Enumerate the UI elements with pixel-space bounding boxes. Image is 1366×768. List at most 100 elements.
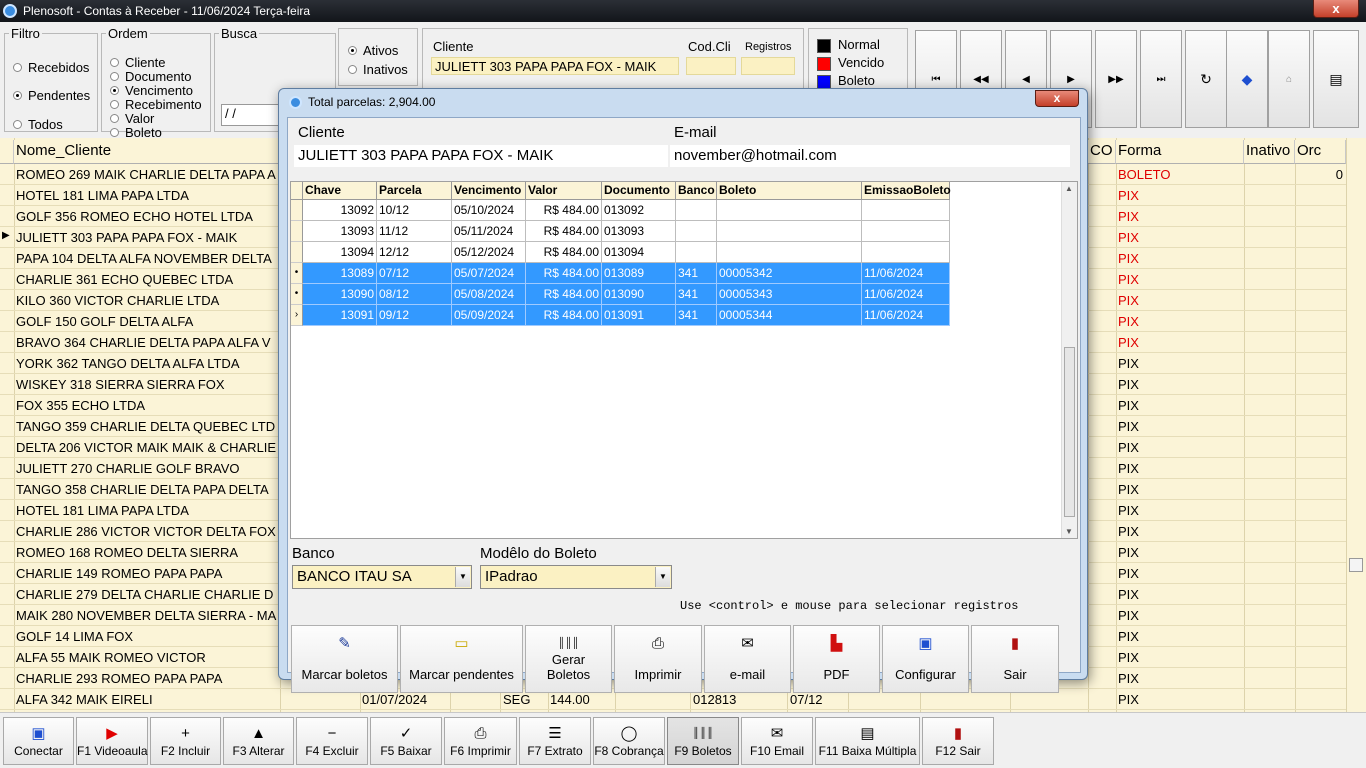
prev-icon: ◀ xyxy=(1022,73,1030,85)
goto-button[interactable]: ⌂ xyxy=(1268,30,1310,128)
header-co[interactable]: CO xyxy=(1088,140,1116,164)
filtro-todos-radio[interactable]: Todos xyxy=(13,117,63,132)
cell-nome: CHARLIE 286 VICTOR VICTOR DELTA FOX xyxy=(16,524,276,539)
stack-icon: ▤ xyxy=(860,725,875,742)
button-label: Marcar boletos xyxy=(301,667,388,682)
header-valor[interactable]: Valor xyxy=(526,182,602,200)
ordem-cliente-radio[interactable]: Cliente xyxy=(110,55,165,70)
f8-cobran-a-button[interactable]: ◯ F8 Cobrança xyxy=(593,717,665,765)
gerar-boletos-button[interactable]: ║║║ Gerar Boletos xyxy=(525,625,612,693)
header-documento[interactable]: Documento xyxy=(602,182,676,200)
header-parcela[interactable]: Parcela xyxy=(377,182,452,200)
main-grid-scroll-thumb[interactable] xyxy=(1349,558,1363,572)
scroll-up-icon[interactable]: ▲ xyxy=(1065,184,1073,193)
row-indicator[interactable] xyxy=(291,200,303,221)
pdf-button[interactable]: ▙ PDF xyxy=(793,625,880,693)
cell-forma: PIX xyxy=(1118,650,1139,665)
scroll-down-icon[interactable]: ▼ xyxy=(1065,527,1073,536)
parcela-row[interactable]: 13093 11/12 05/11/2024 R$ 484.00 013093 xyxy=(303,221,950,242)
refresh-icon: ↻ xyxy=(1200,70,1212,87)
f11-baixa-m-ltipla-button[interactable]: ▤ F11 Baixa Múltipla xyxy=(815,717,920,765)
cell-forma: PIX xyxy=(1118,272,1139,287)
cell-emissao: 11/06/2024 xyxy=(862,305,950,326)
f12-sair-button[interactable]: ▮ F12 Sair xyxy=(922,717,994,765)
sair-button[interactable]: ▮ Sair xyxy=(971,625,1059,693)
e-mail-button[interactable]: ✉ e-mail xyxy=(704,625,791,693)
parcela-row[interactable]: 13089 07/12 05/07/2024 R$ 484.00 013089 341 00… xyxy=(303,263,950,284)
filtro-recebidos-radio[interactable]: Recebidos xyxy=(13,60,89,75)
header-orc[interactable]: Orc xyxy=(1295,140,1346,164)
modelo-select[interactable]: IPadrao ▼ xyxy=(480,565,672,589)
f6-imprimir-button[interactable]: ⎙ F6 Imprimir xyxy=(444,717,517,765)
dialog-app-icon xyxy=(289,95,302,109)
last-record-button[interactable]: ⏭ xyxy=(1140,30,1182,128)
header-emissao-boleto[interactable]: EmissaoBoleto xyxy=(862,182,951,200)
header-forma[interactable]: Forma xyxy=(1116,140,1244,164)
dialog-close-button[interactable]: x xyxy=(1035,90,1079,107)
chevron-down-icon[interactable]: ▼ xyxy=(455,567,470,587)
parcela-row[interactable]: 13092 10/12 05/10/2024 R$ 484.00 013092 xyxy=(303,200,950,221)
edit-button[interactable]: ◆ xyxy=(1226,30,1268,128)
banco-select[interactable]: BANCO ITAU SA ▼ xyxy=(292,565,472,589)
f7-extrato-button[interactable]: ☰ F7 Extrato xyxy=(519,717,591,765)
row-indicator[interactable]: › xyxy=(291,305,303,326)
f2-incluir-button[interactable]: + F2 Incluir xyxy=(150,717,221,765)
grid-view-button[interactable]: ▤ xyxy=(1313,30,1359,128)
marcar-pendentes-button[interactable]: ▭ Marcar pendentes xyxy=(400,625,523,693)
header-boleto[interactable]: Boleto xyxy=(717,182,862,200)
parcelas-scroll-thumb[interactable] xyxy=(1064,347,1075,517)
f3-alterar-button[interactable]: ▲ F3 Alterar xyxy=(223,717,294,765)
configurar-button[interactable]: ▣ Configurar xyxy=(882,625,969,693)
cliente-field[interactable]: JULIETT 303 PAPA PAPA FOX - MAIK xyxy=(431,57,679,75)
next-page-button[interactable]: ▶▶ xyxy=(1095,30,1137,128)
cell-boleto: 00005342 xyxy=(717,263,862,284)
chevron-down-icon[interactable]: ▼ xyxy=(655,567,670,587)
busca-input[interactable]: / / xyxy=(221,104,281,126)
button-label: e-mail xyxy=(729,667,766,682)
f1-videoaula-button[interactable]: ▶ F1 Videoaula xyxy=(76,717,148,765)
codcli-field[interactable] xyxy=(686,57,736,75)
button-label: F3 Alterar xyxy=(232,744,285,758)
f5-baixar-button[interactable]: ✓ F5 Baixar xyxy=(370,717,442,765)
header-inativo[interactable]: Inativo xyxy=(1244,140,1295,164)
ordem-valor-radio[interactable]: Valor xyxy=(110,111,154,126)
cell-nome: TANGO 358 CHARLIE DELTA PAPA DELTA xyxy=(16,482,269,497)
parcelas-scrollbar[interactable]: ▲ ▼ xyxy=(1061,182,1077,538)
row-indicator[interactable]: • xyxy=(291,284,303,305)
check-icon: ✓ xyxy=(399,725,413,742)
cell-valor: R$ 484.00 xyxy=(526,284,602,305)
ordem-vencimento-radio[interactable]: Vencimento xyxy=(110,83,193,98)
envelope-icon: ✉ xyxy=(770,725,784,742)
marcar-boletos-button[interactable]: ✎ Marcar boletos xyxy=(291,625,398,693)
cell-nome: ROMEO 269 MAIK CHARLIE DELTA PAPA A xyxy=(16,167,276,182)
f4-excluir-button[interactable]: − F4 Excluir xyxy=(296,717,368,765)
header-nome-cliente[interactable]: Nome_Cliente xyxy=(14,140,280,164)
cell-emissao: 11/06/2024 xyxy=(862,263,950,284)
ordem-recebimento-radio[interactable]: Recebimento xyxy=(110,97,202,112)
conectar-button[interactable]: ▣ Conectar xyxy=(3,717,74,765)
button-label: F12 Sair xyxy=(935,744,981,758)
cell-nome: ALFA 55 MAIK ROMEO VICTOR xyxy=(16,650,206,665)
imprimir-button[interactable]: ⎙ Imprimir xyxy=(614,625,702,693)
filtro-pendentes-radio[interactable]: Pendentes xyxy=(13,88,90,103)
f9-boletos-button[interactable]: ║║║ F9 Boletos xyxy=(667,717,739,765)
cell-forma: PIX xyxy=(1118,692,1139,707)
refresh-button[interactable]: ↻ xyxy=(1185,30,1227,128)
header-chave[interactable]: Chave xyxy=(303,182,377,200)
cell-parcela: 07/12 xyxy=(790,692,823,707)
inativos-radio[interactable]: Inativos xyxy=(348,62,408,77)
window-close-button[interactable]: x xyxy=(1313,0,1359,18)
f10-email-button[interactable]: ✉ F10 Email xyxy=(741,717,813,765)
row-indicator[interactable] xyxy=(291,221,303,242)
parcela-row[interactable]: 13090 08/12 05/08/2024 R$ 484.00 013090 341 00… xyxy=(303,284,950,305)
parcela-row[interactable]: 13094 12/12 05/12/2024 R$ 484.00 013094 xyxy=(303,242,950,263)
row-indicator[interactable]: • xyxy=(291,263,303,284)
header-vencimento[interactable]: Vencimento xyxy=(452,182,526,200)
header-banco[interactable]: Banco xyxy=(676,182,717,200)
cell-parcela: 09/12 xyxy=(377,305,452,326)
parcela-row[interactable]: 13091 09/12 05/09/2024 R$ 484.00 013091 341 00… xyxy=(303,305,950,326)
ativos-radio[interactable]: Ativos xyxy=(348,43,398,58)
row-indicator[interactable] xyxy=(291,242,303,263)
ordem-documento-radio[interactable]: Documento xyxy=(110,69,191,84)
cell-forma: PIX xyxy=(1118,188,1139,203)
